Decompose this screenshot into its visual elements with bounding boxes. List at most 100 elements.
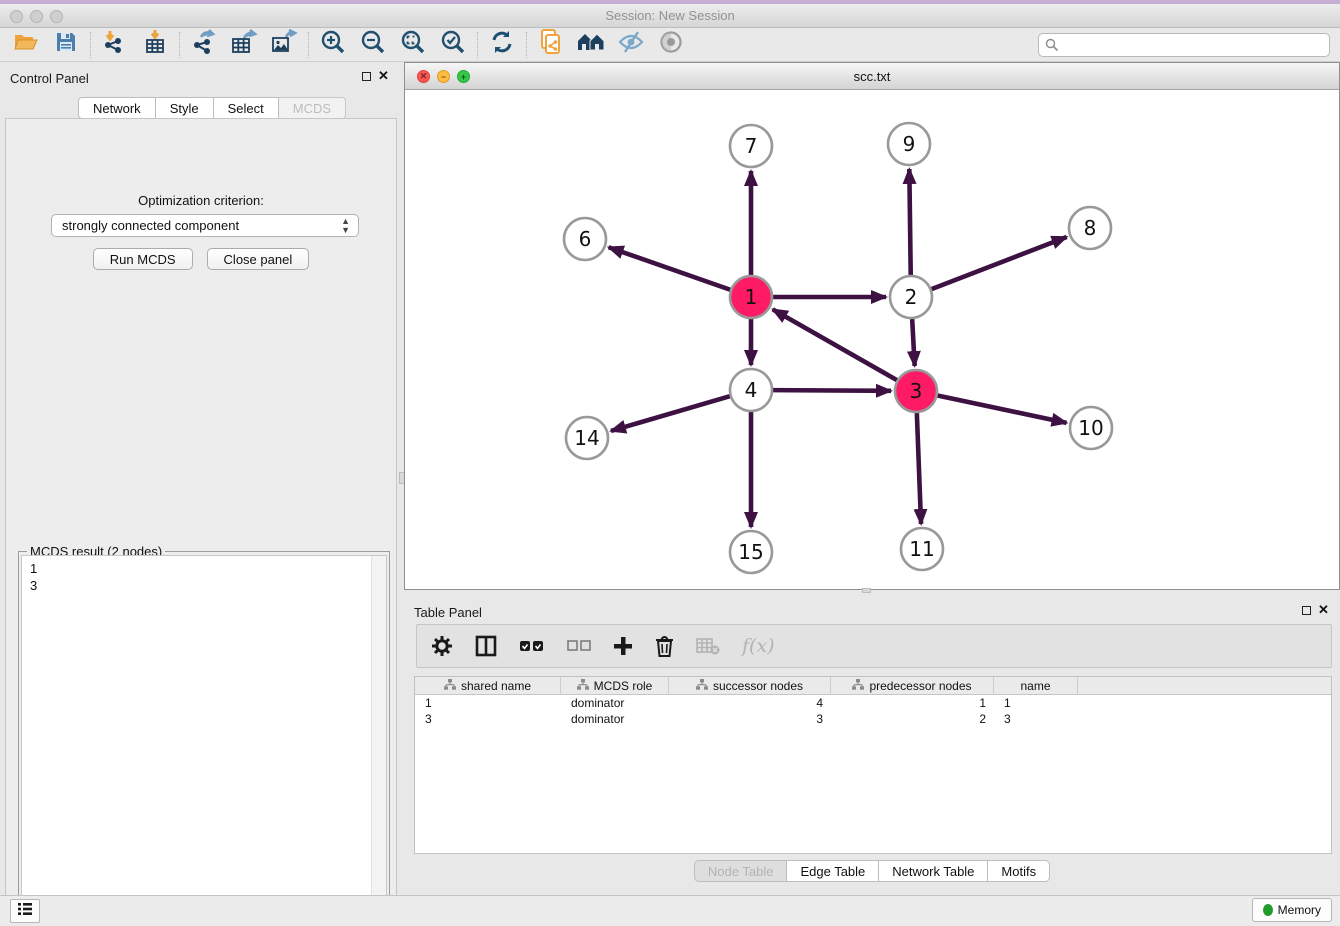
column-label: name — [1020, 679, 1050, 693]
zoom-fit-icon — [400, 29, 426, 60]
network-frame-title: scc.txt — [405, 69, 1339, 84]
graph-node-label-4: 4 — [745, 378, 758, 402]
cell-predecessor-nodes: 1 — [831, 695, 994, 711]
search-icon — [1045, 38, 1059, 57]
graph-node-label-8: 8 — [1084, 216, 1097, 240]
network-graph[interactable]: 7968124314101511 — [405, 90, 1339, 589]
horizontal-splitter-handle[interactable] — [862, 588, 871, 593]
column-header-predecessor-nodes[interactable]: predecessor nodes — [831, 677, 994, 695]
graph-edge-4-14[interactable] — [611, 396, 730, 431]
tab-style[interactable]: Style — [156, 97, 214, 119]
zoom-out-button[interactable] — [353, 30, 393, 60]
table-settings-gear-icon[interactable] — [431, 635, 453, 657]
export-image-button[interactable] — [264, 30, 304, 60]
open-session-button[interactable] — [6, 30, 46, 60]
toolbar-separator — [90, 32, 91, 58]
tab-mcds[interactable]: MCDS — [279, 97, 346, 119]
run-mcds-button[interactable]: Run MCDS — [93, 248, 193, 270]
table-header-row: shared name MCDS role successor nodes pr… — [415, 677, 1331, 695]
graph-edge-2-8[interactable] — [932, 237, 1067, 289]
save-session-button[interactable] — [46, 30, 86, 60]
zoom-fit-button[interactable] — [393, 30, 433, 60]
graph-node-label-7: 7 — [745, 134, 758, 158]
column-chooser-icon[interactable] — [475, 635, 497, 657]
import-table-icon — [142, 29, 168, 60]
task-history-button[interactable] — [10, 899, 40, 923]
table-row[interactable]: 3 dominator 3 2 3 — [415, 711, 1331, 727]
cell-predecessor-nodes: 2 — [831, 711, 994, 727]
toolbar-separator — [308, 32, 309, 58]
import-network-button[interactable] — [95, 30, 135, 60]
select-all-columns-icon[interactable] — [519, 638, 545, 654]
network-canvas[interactable]: 7968124314101511 — [405, 90, 1339, 589]
criterion-dropdown[interactable]: strongly connected component ▲▼ — [51, 214, 359, 237]
table-row[interactable]: 1 dominator 4 1 1 — [415, 695, 1331, 711]
graph-edge-2-9[interactable] — [909, 169, 910, 275]
hierarchy-icon — [577, 679, 589, 693]
export-network-button[interactable] — [184, 30, 224, 60]
hide-selected-button[interactable] — [611, 30, 651, 60]
houses-icon — [577, 31, 605, 58]
tab-network[interactable]: Network — [78, 97, 156, 119]
column-label: successor nodes — [713, 679, 803, 693]
result-scrollbar[interactable] — [371, 556, 386, 924]
close-table-panel-icon[interactable]: ✕ — [1318, 602, 1329, 618]
tab-select[interactable]: Select — [214, 97, 279, 119]
search-input[interactable] — [1038, 33, 1330, 57]
graph-node-label-11: 11 — [909, 537, 934, 561]
node-table: shared name MCDS role successor nodes pr… — [414, 676, 1332, 854]
delete-column-trash-icon[interactable] — [655, 635, 674, 657]
tab-edge-table[interactable]: Edge Table — [787, 860, 879, 882]
application-window: Session: New Session — [0, 0, 1340, 926]
zoom-in-button[interactable] — [313, 30, 353, 60]
import-table-button[interactable] — [135, 30, 175, 60]
export-network-icon — [191, 29, 217, 60]
new-network-from-selection-button[interactable] — [531, 30, 571, 60]
criterion-value: strongly connected component — [62, 218, 239, 233]
tab-node-table[interactable]: Node Table — [694, 860, 788, 882]
graph-edge-2-3[interactable] — [912, 319, 915, 366]
first-neighbors-button[interactable] — [571, 30, 611, 60]
export-table-button[interactable] — [224, 30, 264, 60]
zoom-selected-button[interactable] — [433, 30, 473, 60]
mcds-tab-content: Optimization criterion: strongly connect… — [5, 118, 397, 926]
network-frame-titlebar[interactable]: ✕ − + scc.txt — [405, 63, 1339, 90]
mcds-buttons-row: Run MCDS Close panel — [6, 248, 396, 270]
toolbar-separator — [526, 32, 527, 58]
close-panel-icon[interactable]: ✕ — [378, 68, 389, 84]
add-column-icon[interactable] — [613, 636, 633, 656]
graph-node-label-3: 3 — [910, 379, 923, 403]
apply-preferred-layout-button[interactable] — [482, 30, 522, 60]
column-header-name[interactable]: name — [994, 677, 1078, 695]
column-header-successor-nodes[interactable]: successor nodes — [669, 677, 831, 695]
graph-node-label-2: 2 — [905, 285, 918, 309]
tab-network-table[interactable]: Network Table — [879, 860, 988, 882]
float-panel-icon[interactable] — [362, 72, 371, 81]
graph-edge-4-3[interactable] — [773, 390, 891, 391]
column-header-shared-name[interactable]: shared name — [415, 677, 561, 695]
eye-icon — [658, 30, 684, 59]
main-toolbar — [0, 28, 1340, 62]
optimization-criterion-label: Optimization criterion: — [6, 193, 396, 208]
memory-button[interactable]: Memory — [1252, 898, 1332, 922]
mcds-result-textarea[interactable]: 1 3 — [21, 555, 387, 925]
cell-successor-nodes: 3 — [669, 711, 831, 727]
graph-edge-3-1[interactable] — [773, 309, 897, 380]
save-floppy-icon — [55, 31, 77, 58]
close-panel-button[interactable]: Close panel — [207, 248, 310, 270]
show-all-button[interactable] — [651, 30, 691, 60]
control-panel: Control Panel ✕ Network Style Select MCD… — [0, 62, 404, 895]
graph-edge-3-10[interactable] — [938, 396, 1067, 423]
graph-node-label-10: 10 — [1078, 416, 1103, 440]
graph-node-label-15: 15 — [738, 540, 763, 564]
graph-edge-3-11[interactable] — [917, 413, 921, 524]
float-table-panel-icon[interactable] — [1302, 606, 1311, 615]
hierarchy-icon — [444, 679, 456, 693]
cell-successor-nodes: 4 — [669, 695, 831, 711]
refresh-arrows-icon — [490, 30, 514, 59]
graph-edge-1-6[interactable] — [609, 247, 731, 289]
column-header-mcds-role[interactable]: MCDS role — [561, 677, 669, 695]
deselect-all-columns-icon[interactable] — [567, 639, 591, 653]
tab-motifs[interactable]: Motifs — [988, 860, 1050, 882]
control-panel-title: Control Panel — [10, 71, 89, 86]
